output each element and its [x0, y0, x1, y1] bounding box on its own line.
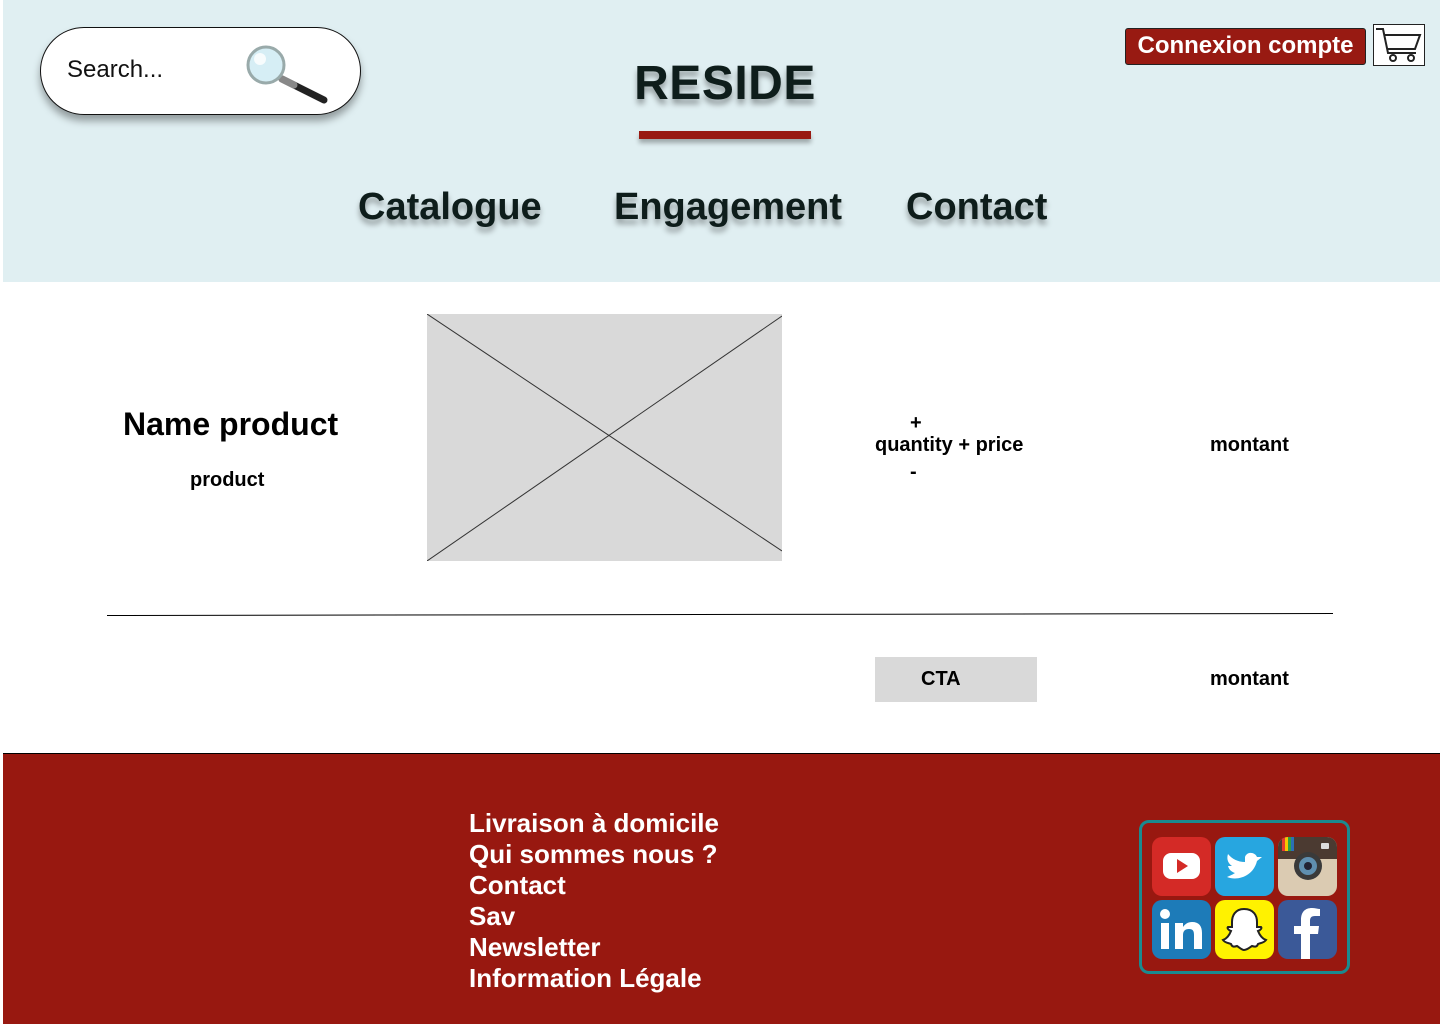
nav-engagement[interactable]: Engagement [614, 186, 842, 229]
product-name: Name product [123, 406, 339, 442]
product-image-placeholder [427, 314, 782, 561]
site-header: Search... RESIDE Connexion compte Catalo… [3, 0, 1440, 282]
quantity-decrease-button[interactable]: - [910, 461, 917, 484]
magnifier-icon[interactable] [244, 45, 334, 105]
twitter-icon[interactable] [1215, 837, 1274, 896]
site-logo[interactable]: RESIDE [623, 56, 827, 111]
quantity-price-label: quantity + price [875, 434, 1024, 456]
snapchat-icon[interactable] [1215, 900, 1274, 959]
youtube-icon[interactable] [1152, 837, 1211, 896]
search-placeholder: Search... [67, 56, 164, 83]
footer-link-sav[interactable]: Sav [469, 901, 719, 932]
line-amount: montant [1210, 434, 1289, 456]
divider [107, 613, 1333, 616]
nav-contact[interactable]: Contact [906, 186, 1047, 229]
product-subtitle: product [190, 469, 265, 491]
footer-link-about[interactable]: Qui sommes nous ? [469, 839, 719, 870]
cart-icon[interactable] [1373, 24, 1425, 66]
footer-link-contact[interactable]: Contact [469, 870, 719, 901]
social-icons [1139, 820, 1350, 974]
logo-underline [639, 131, 811, 139]
instagram-icon[interactable] [1278, 837, 1337, 896]
facebook-icon[interactable] [1278, 900, 1337, 959]
login-button[interactable]: Connexion compte [1125, 28, 1366, 65]
footer-link-delivery[interactable]: Livraison à domicile [469, 808, 719, 839]
footer-link-legal[interactable]: Information Légale [469, 963, 719, 994]
cta-button[interactable]: CTA [875, 657, 1037, 702]
nav-catalogue[interactable]: Catalogue [358, 186, 542, 229]
quantity-increase-button[interactable]: + [910, 412, 922, 435]
footer-link-newsletter[interactable]: Newsletter [469, 932, 719, 963]
search-input[interactable]: Search... [40, 27, 361, 115]
total-amount: montant [1210, 668, 1289, 690]
linkedin-icon[interactable] [1152, 900, 1211, 959]
footer-links: Livraison à domicile Qui sommes nous ? C… [469, 808, 719, 994]
